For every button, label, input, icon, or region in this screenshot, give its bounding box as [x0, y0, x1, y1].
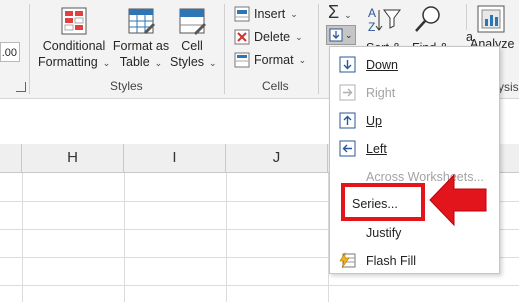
chevron-down-icon: ⌄ [298, 54, 307, 65]
menu-item-label: Left [366, 141, 387, 156]
group-separator [29, 4, 30, 94]
conditional-formatting-button[interactable]: Conditional Formatting ⌄ [38, 6, 110, 71]
format-button[interactable]: Format ⌄ [234, 50, 306, 70]
fill-right-icon [339, 84, 356, 101]
flash-fill-icon [339, 252, 356, 269]
fill-down-icon [339, 56, 356, 73]
delete-button[interactable]: Delete ⌄ [234, 27, 303, 47]
format-cells-icon [234, 52, 250, 68]
column-gridline [226, 173, 227, 302]
menu-item-label: Flash Fill [366, 253, 417, 268]
menu-item-up[interactable]: Up [330, 107, 499, 134]
row-gridline [0, 285, 519, 286]
fill-down-icon [329, 28, 343, 42]
menu-item-down[interactable]: Down [330, 51, 499, 78]
delete-label: Delete [254, 30, 291, 44]
menu-item-label: Up [366, 113, 382, 128]
cell-styles-label-2: Styles ⌄ [170, 55, 217, 69]
menu-item-right[interactable]: Right [330, 79, 499, 106]
menu-item-label: Down [366, 57, 398, 72]
autosum-button[interactable]: Σ ⌄ [328, 2, 352, 22]
chevron-down-icon: ⌄ [102, 58, 111, 68]
styles-group-label: Styles [110, 79, 143, 93]
svg-text:A: A [368, 6, 376, 20]
group-separator [224, 4, 225, 94]
column-header-blank[interactable] [0, 144, 22, 172]
cell-styles-icon [179, 8, 206, 35]
sigma-icon: Σ [328, 2, 340, 22]
analysis-group-label: ysis [498, 80, 519, 94]
group-separator [466, 4, 467, 30]
column-gridline [124, 173, 125, 302]
menu-item-label: Justify [366, 225, 402, 240]
find-select-button[interactable]: Find & [412, 4, 452, 55]
insert-button[interactable]: Insert ⌄ [234, 4, 298, 24]
column-gridline [22, 173, 23, 302]
cell-styles-label-1: Cell [181, 39, 203, 53]
conditional-formatting-label-1: Conditional [42, 39, 106, 53]
format-as-table-button[interactable]: Format as Table ⌄ [112, 6, 170, 71]
magnifier-icon [415, 6, 440, 32]
chevron-down-icon: ⌄ [154, 58, 163, 68]
column-header-h[interactable]: H [22, 144, 124, 172]
chevron-down-icon: ⌄ [290, 8, 298, 19]
delete-cells-icon [234, 29, 250, 45]
red-arrow-annotation [429, 173, 487, 227]
menu-item-label: Right [366, 85, 396, 100]
format-as-table-label-1: Format as [112, 39, 170, 53]
format-as-table-label-2: Table ⌄ [119, 55, 163, 69]
conditional-formatting-label-2: Formatting ⌄ [38, 55, 111, 69]
cells-group-label: Cells [262, 79, 289, 93]
format-as-table-icon [128, 8, 155, 34]
group-separator [318, 4, 319, 94]
format-label: Format [254, 53, 294, 67]
fill-button[interactable]: ⌄ [326, 25, 356, 45]
number-format-box[interactable]: .00 [0, 42, 20, 62]
insert-label: Insert [254, 7, 286, 21]
chevron-down-icon: ⌄ [209, 58, 217, 68]
analyze-data-icon [477, 5, 505, 33]
fill-up-icon [339, 112, 356, 129]
svg-text:Z: Z [368, 20, 375, 34]
number-group-launcher-icon[interactable] [16, 82, 26, 92]
column-header-j[interactable]: J [226, 144, 328, 172]
menu-item-flash-fill[interactable]: Flash Fill [330, 247, 499, 274]
insert-cells-icon [234, 6, 250, 22]
cell-styles-button[interactable]: Cell Styles ⌄ [170, 6, 217, 71]
fill-dropdown-menu: Down Right Up Left Across Worksheets... … [329, 46, 500, 274]
conditional-formatting-icon [61, 7, 87, 35]
chevron-down-icon: ⌄ [344, 10, 352, 20]
column-header-i[interactable]: I [124, 144, 226, 172]
fill-left-icon [339, 140, 356, 157]
sort-filter-icon: A Z [368, 6, 401, 34]
chevron-down-icon: ⌄ [295, 31, 303, 42]
sort-filter-button[interactable]: A Z Sort & [366, 4, 406, 55]
menu-item-left[interactable]: Left [330, 135, 499, 162]
series-highlight-box [341, 183, 425, 221]
chevron-down-icon: ⌄ [345, 29, 353, 40]
